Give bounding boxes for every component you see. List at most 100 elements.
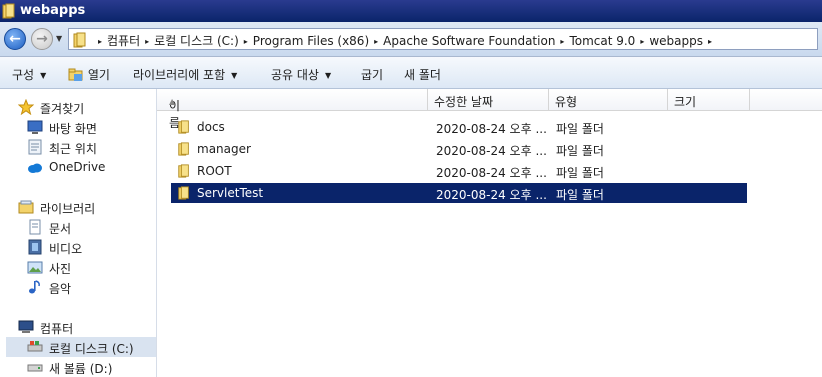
- navigation-pane: 즐겨찾기 바탕 화면 최근 위치 OneDrive 라이브러리 문서 비디오 사…: [0, 89, 157, 377]
- nav-item-onedrive[interactable]: OneDrive: [27, 158, 137, 176]
- nav-item-videos[interactable]: 비디오: [27, 238, 137, 256]
- open-button[interactable]: 열기: [68, 66, 110, 83]
- nav-item-label: 로컬 디스크 (C:): [49, 342, 134, 356]
- breadcrumb-local-disk[interactable]: 로컬 디스크 (C:): [154, 34, 239, 48]
- chevron-right-icon[interactable]: ▸: [244, 37, 248, 46]
- nav-item-local-disk[interactable]: 로컬 디스크 (C:): [6, 337, 156, 357]
- library-icon: [18, 200, 34, 214]
- folder-icon: [178, 142, 189, 156]
- film-icon: [28, 239, 42, 255]
- address-bar[interactable]: ▸ 컴퓨터 ▸ 로컬 디스크 (C:) ▸ Program Files (x86) ▸ Apa…: [68, 28, 818, 50]
- nav-favorites[interactable]: 즐겨찾기: [18, 98, 138, 116]
- column-size-label: 크기: [674, 95, 697, 109]
- dropdown-arrow-icon: ▼: [40, 71, 47, 80]
- nav-favorites-label: 즐겨찾기: [40, 102, 85, 116]
- open-label: 열기: [87, 68, 110, 82]
- include-library-label: 라이브러리에 포함: [133, 68, 226, 82]
- open-folder-icon: [68, 68, 83, 81]
- back-button[interactable]: ←: [4, 28, 26, 50]
- nav-item-label: OneDrive: [49, 160, 106, 174]
- history-dropdown-icon[interactable]: ▼: [56, 34, 62, 43]
- breadcrumb-apache[interactable]: Apache Software Foundation: [383, 34, 555, 48]
- nav-item-recent[interactable]: 최근 위치: [27, 138, 137, 156]
- window-title: webapps: [20, 3, 86, 18]
- column-header-modified[interactable]: 수정한 날짜: [428, 89, 549, 110]
- nav-item-desktop[interactable]: 바탕 화면: [27, 118, 137, 136]
- sort-ascending-icon: ▲: [169, 97, 176, 106]
- file-list: 이름 ▲ 수정한 날짜 유형 크기 docs 2020-08-24 오후 ...…: [157, 89, 822, 377]
- nav-item-documents[interactable]: 문서: [27, 218, 137, 236]
- breadcrumb-computer[interactable]: 컴퓨터: [107, 34, 140, 48]
- column-header-row: 이름 ▲ 수정한 날짜 유형 크기: [157, 89, 822, 130]
- star-icon: [18, 99, 34, 115]
- file-row-root[interactable]: ROOT 2020-08-24 오후 ... 파일 폴더: [171, 161, 747, 181]
- chevron-right-icon[interactable]: ▸: [374, 37, 378, 46]
- command-toolbar: 구성 ▼ 열기 라이브러리에 포함 ▼ 공유 대상 ▼ 굽기 새 폴더: [0, 57, 822, 89]
- chevron-right-icon[interactable]: ▸: [145, 37, 149, 46]
- chevron-right-icon[interactable]: ▸: [98, 37, 102, 46]
- file-type: 파일 폴더: [556, 188, 604, 202]
- music-note-icon: [29, 280, 40, 294]
- organize-label: 구성: [12, 68, 35, 82]
- nav-item-label: 사진: [49, 262, 72, 276]
- nav-item-label: 문서: [49, 222, 72, 236]
- folder-icon: [178, 120, 189, 134]
- nav-computer[interactable]: 컴퓨터: [18, 318, 138, 336]
- chevron-right-icon[interactable]: ▸: [708, 37, 712, 46]
- breadcrumb-tomcat[interactable]: Tomcat 9.0: [569, 34, 635, 48]
- breadcrumb-webapps[interactable]: webapps: [649, 34, 703, 48]
- drive-icon: [27, 364, 43, 372]
- folder-icon: [2, 3, 15, 19]
- folder-icon: [178, 164, 189, 178]
- file-row-manager[interactable]: manager 2020-08-24 오후 ... 파일 폴더: [171, 139, 747, 159]
- file-name: docs: [197, 120, 225, 134]
- file-type: 파일 폴더: [556, 144, 604, 158]
- file-name: ServletTest: [197, 186, 264, 200]
- hard-drive-icon: [27, 341, 43, 352]
- folder-icon: [178, 186, 189, 200]
- nav-item-label: 최근 위치: [49, 142, 97, 156]
- file-date: 2020-08-24 오후 ...: [436, 144, 547, 158]
- folder-icon: [73, 32, 86, 48]
- address-bar-area: ← → ▼ ▸ 컴퓨터 ▸ 로컬 디스크 (C:) ▸ Program Files (x8…: [0, 22, 822, 57]
- column-modified-label: 수정한 날짜: [434, 95, 494, 109]
- dropdown-arrow-icon: ▼: [324, 71, 332, 80]
- file-name: manager: [197, 142, 251, 156]
- column-header-size[interactable]: 크기: [668, 89, 750, 110]
- document-icon: [29, 219, 41, 235]
- chevron-right-icon[interactable]: ▸: [560, 37, 564, 46]
- nav-item-pictures[interactable]: 사진: [27, 258, 137, 276]
- file-row-docs[interactable]: docs 2020-08-24 오후 ... 파일 폴더: [171, 117, 747, 137]
- desktop-icon: [27, 120, 43, 134]
- share-button[interactable]: 공유 대상 ▼: [271, 66, 331, 83]
- new-folder-button[interactable]: 새 폴더: [404, 66, 441, 83]
- column-type-label: 유형: [555, 95, 578, 109]
- file-name: ROOT: [197, 164, 232, 178]
- column-header-name[interactable]: 이름 ▲: [157, 89, 428, 130]
- dropdown-arrow-icon: ▼: [231, 71, 238, 80]
- burn-button[interactable]: 굽기: [361, 66, 383, 83]
- column-header-type[interactable]: 유형: [549, 89, 668, 110]
- computer-icon: [18, 320, 34, 333]
- nav-item-label: 새 볼륨 (D:): [49, 362, 113, 376]
- burn-label: 굽기: [361, 68, 384, 82]
- title-bar: webapps: [0, 0, 822, 22]
- breadcrumb: ▸ 컴퓨터 ▸ 로컬 디스크 (C:) ▸ Program Files (x86) ▸ Apa…: [93, 32, 717, 49]
- forward-button[interactable]: →: [31, 28, 53, 50]
- include-library-button[interactable]: 라이브러리에 포함 ▼: [133, 66, 237, 83]
- organize-button[interactable]: 구성 ▼: [12, 66, 46, 83]
- file-date: 2020-08-24 오후 ...: [436, 166, 547, 180]
- nav-libraries-label: 라이브러리: [40, 202, 96, 216]
- picture-icon: [27, 261, 43, 274]
- nav-item-music[interactable]: 음악: [27, 278, 137, 296]
- file-row-servlettest[interactable]: ServletTest 2020-08-24 오후 ... 파일 폴더: [171, 183, 747, 203]
- nav-item-label: 비디오: [49, 242, 83, 256]
- chevron-right-icon[interactable]: ▸: [640, 37, 644, 46]
- nav-computer-label: 컴퓨터: [40, 322, 74, 336]
- breadcrumb-program-files[interactable]: Program Files (x86): [253, 34, 369, 48]
- forward-arrow-icon: →: [36, 31, 48, 47]
- new-folder-label: 새 폴더: [404, 68, 441, 82]
- file-date: 2020-08-24 오후 ...: [436, 122, 547, 136]
- nav-libraries[interactable]: 라이브러리: [18, 198, 138, 216]
- nav-item-volume-d[interactable]: 새 볼륨 (D:): [27, 358, 137, 376]
